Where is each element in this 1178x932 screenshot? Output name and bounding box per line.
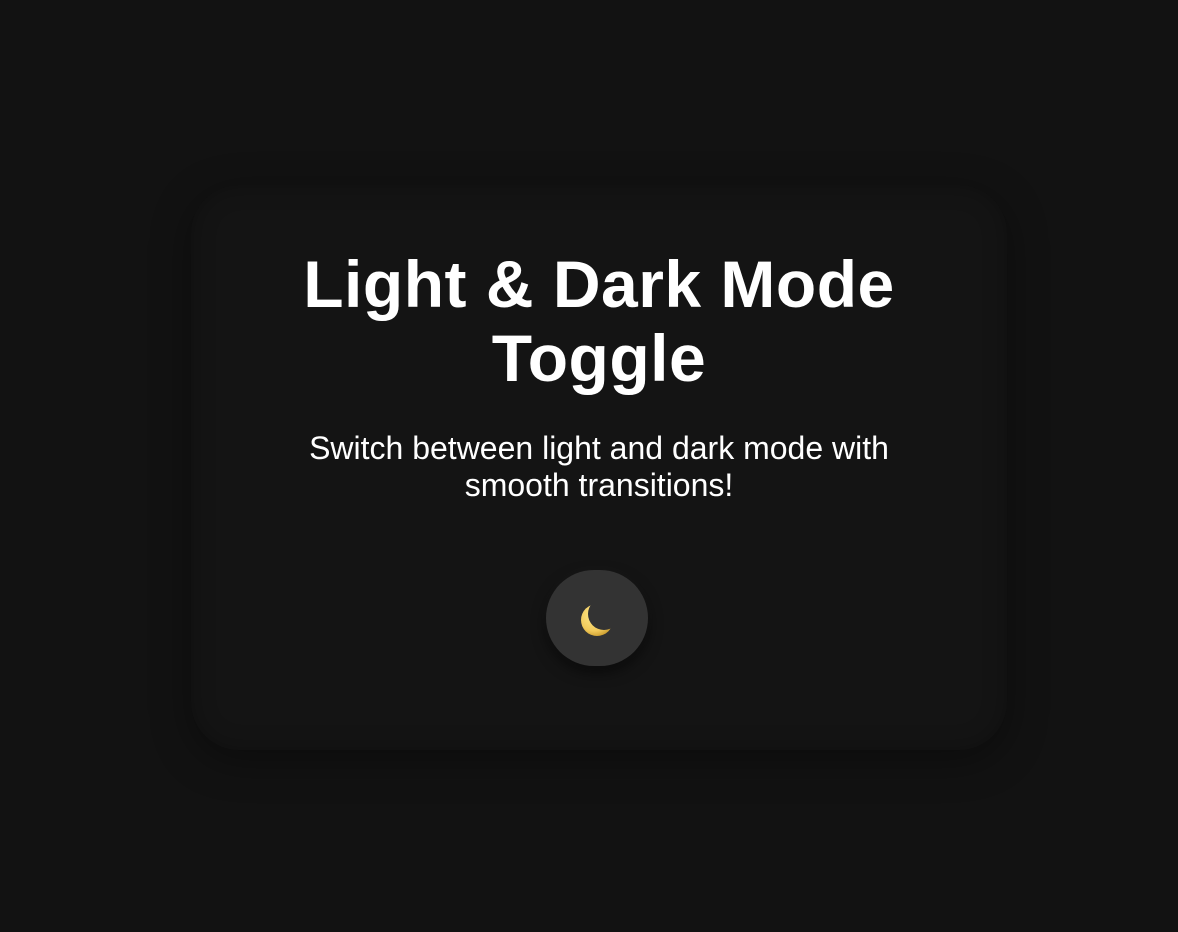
theme-toggle-button[interactable] — [546, 570, 648, 666]
page-title: Light & Dark Mode Toggle — [303, 247, 895, 395]
toggle-card: Light & Dark Mode Toggle Switch between … — [191, 185, 1007, 750]
moon-icon — [581, 604, 613, 636]
page-subtitle: Switch between light and dark mode with … — [309, 430, 889, 503]
